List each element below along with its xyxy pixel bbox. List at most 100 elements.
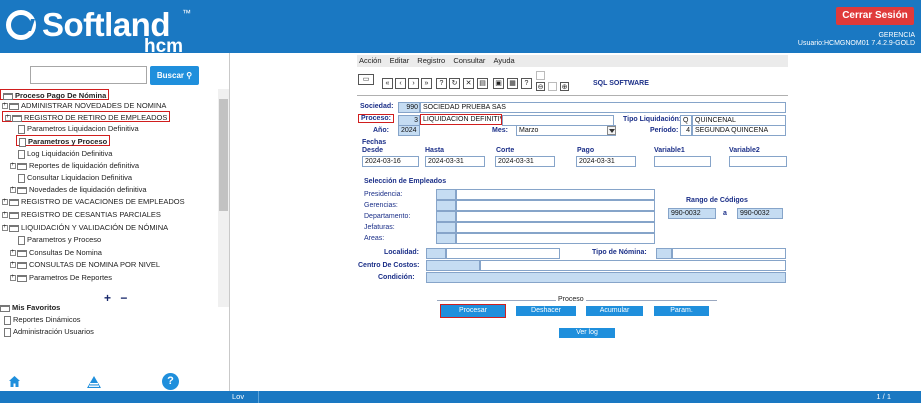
pago-field[interactable]: 2024-03-31 bbox=[576, 156, 636, 167]
tree-item-novedades-liquidacion[interactable]: Novedades de liquidación definitiva bbox=[10, 184, 147, 195]
condicion-field[interactable] bbox=[426, 272, 786, 283]
tree-item-registro-vacaciones[interactable]: REGISTRO DE VACACIONES DE EMPLEADOS bbox=[2, 196, 185, 207]
tree-item-liquidacion-validacion[interactable]: LIQUIDACIÓN Y VALIDACIÓN DE NÓMINA bbox=[2, 222, 168, 233]
tree-scrollbar-thumb[interactable] bbox=[219, 99, 228, 211]
search-button[interactable]: Buscar ⚲ bbox=[150, 66, 199, 85]
menu-accion[interactable]: Acción bbox=[359, 56, 382, 65]
zoom-in-icon[interactable]: ⊕ bbox=[560, 82, 569, 91]
acumular-button[interactable]: Acumular bbox=[586, 306, 643, 316]
centro-costos-code-field[interactable] bbox=[426, 260, 480, 271]
presidencia-code-field[interactable] bbox=[436, 189, 456, 200]
softland-logo: Softland ™ hcm bbox=[4, 6, 204, 57]
departamento-name-field[interactable] bbox=[456, 211, 655, 222]
grid-icon[interactable]: ▦ bbox=[507, 78, 518, 89]
tree-item-proceso-pago[interactable]: Proceso Pago De Nómina bbox=[0, 89, 110, 100]
tipo-liquidacion-label: Tipo Liquidación: bbox=[623, 116, 682, 123]
areas-code-field[interactable] bbox=[436, 233, 456, 244]
tree-item-registro-retiro[interactable]: REGISTRO DE RETIRO DE EMPLEADOS bbox=[2, 111, 171, 122]
collapse-icon[interactable] bbox=[2, 223, 8, 232]
expand-icon[interactable] bbox=[2, 197, 8, 206]
help-small-icon[interactable]: ? bbox=[521, 78, 532, 89]
presidencia-name-field[interactable] bbox=[456, 189, 655, 200]
menu-consultar[interactable]: Consultar bbox=[453, 56, 485, 65]
tree-item-consultas-nivel[interactable]: CONSULTAS DE NOMINA POR NIVEL bbox=[10, 259, 160, 270]
expand-icon[interactable] bbox=[2, 210, 8, 219]
localidad-name-field[interactable] bbox=[446, 248, 560, 259]
tree-item-mis-favoritos[interactable]: Mis Favoritos bbox=[0, 302, 60, 313]
menu-registro[interactable]: Registro bbox=[417, 56, 445, 65]
tree-item-consultas-nomina[interactable]: Consultas De Nomina bbox=[10, 247, 102, 258]
refresh-icon[interactable]: ↻ bbox=[449, 78, 460, 89]
chevron-down-icon[interactable] bbox=[607, 126, 616, 135]
brand-tm: ™ bbox=[182, 8, 191, 18]
sociedad-code-field[interactable]: 990 bbox=[398, 102, 420, 113]
tree-item-administracion-usuarios[interactable]: Administración Usuarios bbox=[4, 326, 94, 337]
tree-item-parametros-proceso[interactable]: Parametros y Proceso bbox=[18, 234, 101, 245]
tree-item-registro-cesantias[interactable]: REGISTRO DE CESANTIAS PARCIALES bbox=[2, 209, 161, 220]
mes-select[interactable]: Marzo bbox=[516, 125, 616, 136]
save-icon[interactable]: ▣ bbox=[493, 78, 504, 89]
jefaturas-code-field[interactable] bbox=[436, 222, 456, 233]
anio-field[interactable]: 2024 bbox=[398, 125, 420, 136]
next-record-icon[interactable]: › bbox=[408, 78, 419, 89]
zoom-icon[interactable] bbox=[548, 82, 557, 91]
zoom-out-icon[interactable]: ⊖ bbox=[536, 82, 545, 91]
corte-field[interactable]: 2024-03-31 bbox=[495, 156, 555, 167]
expand-icon[interactable] bbox=[10, 161, 16, 170]
tree-item-administrar-novedades[interactable]: ADMINISTRAR NOVEDADES DE NOMINA bbox=[2, 100, 166, 111]
periodo-name-field[interactable]: SEGUNDA QUINCENA bbox=[692, 125, 786, 136]
areas-name-field[interactable] bbox=[456, 233, 655, 244]
procesar-button[interactable]: Procesar bbox=[440, 304, 506, 318]
expand-icon[interactable] bbox=[2, 101, 8, 110]
gerencias-code-field[interactable] bbox=[436, 200, 456, 211]
collapse-icon[interactable] bbox=[5, 113, 11, 122]
print-icon[interactable]: ▤ bbox=[477, 78, 488, 89]
menu-editar[interactable]: Editar bbox=[390, 56, 410, 65]
query-icon[interactable]: ? bbox=[436, 78, 447, 89]
tree-item-log-liquidacion[interactable]: Log Liquidación Definitiva bbox=[18, 148, 112, 159]
param-button[interactable]: Param. bbox=[654, 306, 709, 316]
search-input[interactable] bbox=[30, 66, 147, 84]
gerencias-name-field[interactable] bbox=[456, 200, 655, 211]
last-record-icon[interactable]: » bbox=[421, 78, 432, 89]
periodo-code-field[interactable]: 4 bbox=[680, 125, 692, 136]
localidad-code-field[interactable] bbox=[426, 248, 446, 259]
tipo-nomina-code-field[interactable] bbox=[656, 248, 672, 259]
previous-record-icon[interactable]: ‹ bbox=[395, 78, 406, 89]
expand-icon[interactable] bbox=[10, 273, 16, 282]
tree-item-parametros-reportes[interactable]: Parametros De Reportes bbox=[10, 272, 112, 283]
expand-icon[interactable] bbox=[10, 260, 16, 269]
jefaturas-name-field[interactable] bbox=[456, 222, 655, 233]
centro-costos-name-field[interactable] bbox=[480, 260, 786, 271]
status-lov[interactable]: Lov bbox=[232, 391, 244, 403]
tree-item-reportes-liquidacion[interactable]: Reportes de liquidación definitiva bbox=[10, 160, 139, 171]
first-record-icon[interactable]: « bbox=[382, 78, 393, 89]
folder-icon[interactable]: ▭ bbox=[358, 74, 374, 85]
proceso-name-field[interactable]: LIQUIDACION DEFINITIVA bbox=[420, 114, 502, 125]
hierarchy-icon[interactable] bbox=[86, 375, 102, 389]
departamento-code-field[interactable] bbox=[436, 211, 456, 222]
hasta-field[interactable]: 2024-03-31 bbox=[425, 156, 485, 167]
rango-desde-field[interactable]: 990-0032 bbox=[668, 208, 716, 219]
ver-log-button[interactable]: Ver log bbox=[559, 328, 615, 338]
deshacer-button[interactable]: Deshacer bbox=[516, 306, 576, 316]
expand-icon[interactable] bbox=[10, 248, 16, 257]
menu-ayuda[interactable]: Ayuda bbox=[494, 56, 515, 65]
sociedad-name-field[interactable]: SOCIEDAD PRUEBA SAS bbox=[420, 102, 786, 113]
rango-hasta-field[interactable]: 990-0032 bbox=[737, 208, 783, 219]
tree-item-parametros-liquidacion[interactable]: Parametros Liquidacion Definitiva bbox=[18, 123, 139, 134]
up-icon[interactable] bbox=[536, 71, 545, 80]
desde-field[interactable]: 2024-03-16 bbox=[362, 156, 419, 167]
expand-collapse-all[interactable]: + − bbox=[104, 291, 130, 305]
tree-item-reportes-dinamicos[interactable]: Reportes Dinámicos bbox=[4, 314, 81, 325]
logout-button[interactable]: Cerrar Sesión bbox=[836, 7, 914, 25]
help-icon[interactable]: ? bbox=[162, 373, 179, 390]
tree-item-consultar-liquidacion[interactable]: Consultar Liquidacion Definitiva bbox=[18, 172, 132, 183]
variable1-field[interactable] bbox=[654, 156, 711, 167]
delete-icon[interactable]: ✕ bbox=[463, 78, 474, 89]
home-icon[interactable] bbox=[8, 375, 21, 388]
expand-icon[interactable] bbox=[10, 185, 16, 194]
tree-item-parametros-proceso-selected[interactable]: Parametros y Proceso bbox=[16, 135, 111, 147]
variable2-field[interactable] bbox=[729, 156, 787, 167]
tipo-nomina-name-field[interactable] bbox=[672, 248, 786, 259]
